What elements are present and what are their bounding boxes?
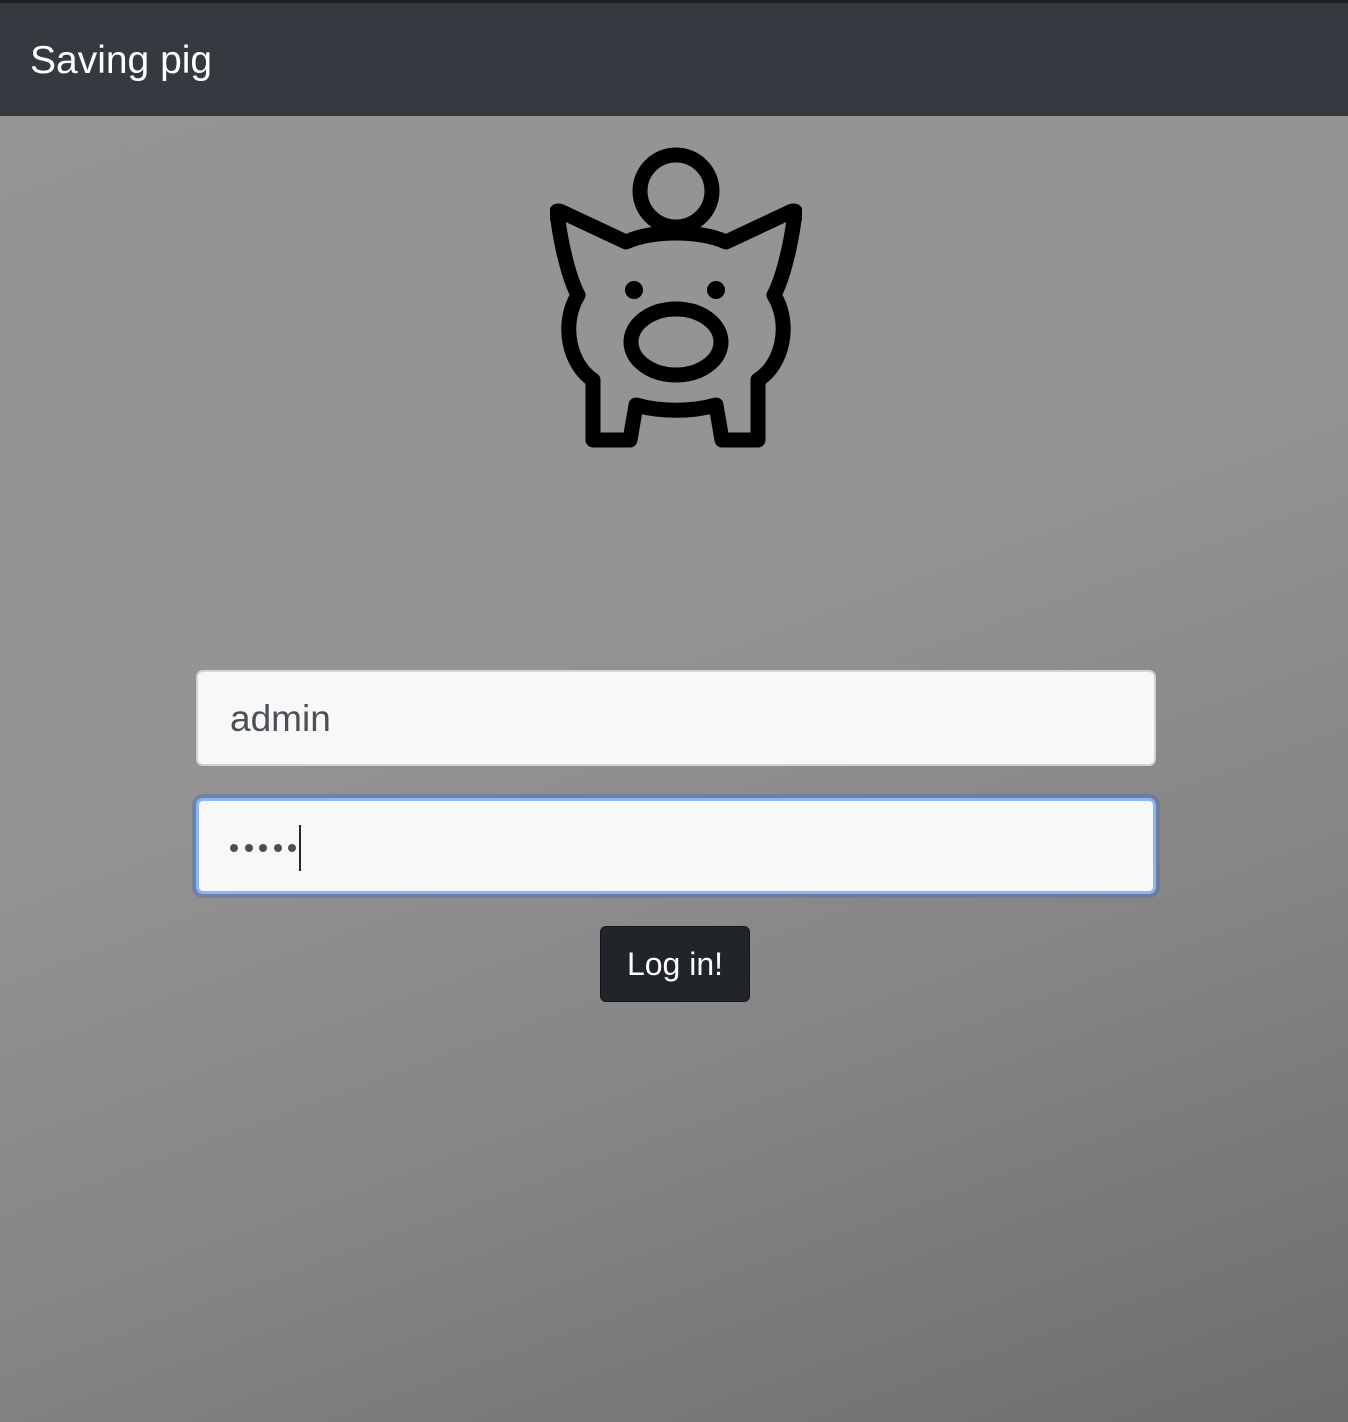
password-masked-value bbox=[230, 825, 301, 871]
navbar: Saving pig bbox=[0, 3, 1348, 116]
password-dot bbox=[244, 844, 253, 852]
password-input[interactable] bbox=[196, 798, 1156, 894]
navbar-brand[interactable]: Saving pig bbox=[30, 37, 212, 85]
password-dot bbox=[273, 844, 282, 852]
text-caret bbox=[298, 825, 301, 871]
username-input[interactable]: admin bbox=[196, 670, 1156, 766]
username-value: admin bbox=[230, 698, 331, 739]
login-button[interactable]: Log in! bbox=[600, 926, 750, 1002]
piggy-bank-icon bbox=[548, 140, 804, 452]
password-dot bbox=[230, 844, 238, 852]
password-dot bbox=[259, 844, 267, 852]
password-dot bbox=[288, 844, 296, 852]
